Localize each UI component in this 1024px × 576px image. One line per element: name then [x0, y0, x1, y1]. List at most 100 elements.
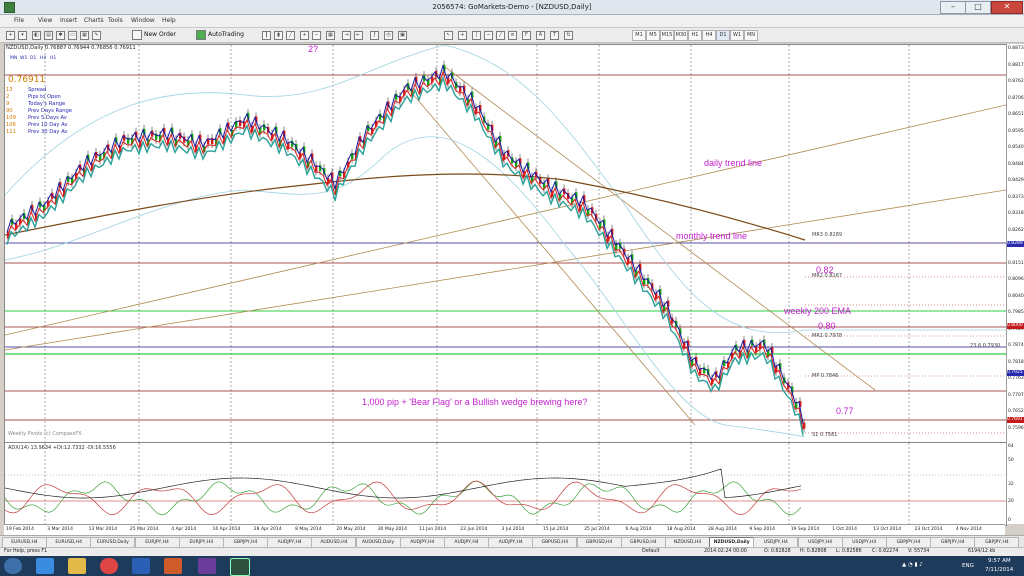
level-label-mr3: MR3 0.8289	[812, 232, 843, 238]
tray-icons[interactable]: ▲ ◔ ▮ ♪	[902, 562, 923, 568]
zoom-in-icon[interactable]: +	[300, 31, 309, 40]
new-order-label: New Order	[144, 31, 177, 38]
explorer-icon[interactable]	[68, 558, 86, 574]
period-m15[interactable]: M15	[660, 30, 674, 41]
trendline-icon[interactable]: ╱	[496, 31, 505, 40]
info-row-value: 106	[6, 122, 16, 128]
menu-insert[interactable]: Insert	[60, 17, 77, 24]
adx-indicator[interactable]: ADX(14) 13.9634 +DI:12.7332 -DI:16.5556	[4, 442, 1007, 526]
minimize-button[interactable]: –	[940, 1, 966, 14]
date-label: 4 Nov 2014	[955, 527, 982, 532]
period-m5[interactable]: M5	[646, 30, 660, 41]
status-help: For Help, press F1	[4, 549, 48, 554]
period-d1[interactable]: D1	[716, 30, 730, 41]
period-w1[interactable]: W1	[730, 30, 744, 41]
profiles-icon[interactable]: ▾	[18, 31, 27, 40]
word-icon[interactable]	[132, 558, 150, 574]
channel-top-line	[444, 66, 876, 391]
menu-help[interactable]: Help	[162, 17, 176, 24]
period-mn[interactable]: MN	[744, 30, 758, 41]
templates-icon[interactable]: ▣	[398, 31, 407, 40]
status-open: O: 0.82828	[764, 549, 791, 554]
date-label: 4 Apr 2014	[171, 527, 197, 532]
app-icon-6[interactable]	[198, 558, 216, 574]
price-label: 0.88730	[1008, 46, 1024, 51]
annotation-main-note: 1,000 pip + 'Bear Flag' or a Bullish wed…	[362, 397, 588, 407]
maximize-button[interactable]: □	[965, 1, 991, 14]
price-scale[interactable]: 0.88730 0.88175 0.87620 0.87065 0.86510 0.859…	[1006, 44, 1024, 524]
menu-charts[interactable]: Charts	[84, 17, 104, 24]
level-label-mr1: MR1 0.7978	[812, 333, 843, 339]
metatrader-icon[interactable]	[230, 558, 250, 576]
close-button[interactable]: ✕	[991, 1, 1023, 14]
cursor-icon[interactable]: ↖	[444, 31, 453, 40]
period-m30[interactable]: M30	[674, 30, 688, 41]
date-label: 1 Oct 2014	[832, 527, 857, 532]
vertical-line-icon[interactable]: │	[472, 31, 481, 40]
candlestick-icon[interactable]: ▮	[274, 31, 283, 40]
zoom-out-icon[interactable]: −	[312, 31, 321, 40]
metaeditor-icon[interactable]: ✎	[92, 31, 101, 40]
info-row-label: Prev 30 Day Av	[28, 129, 68, 135]
chart-tabs: EURUSD,H4 EURUSD,H4 EURUSD,Daily EURJPY,H4 E…	[0, 535, 1024, 548]
chrome-icon[interactable]	[100, 558, 118, 574]
new-chart-icon[interactable]: +	[6, 31, 15, 40]
period-h1[interactable]: H1	[688, 30, 702, 41]
annotation-level-077: 0.77	[836, 406, 854, 416]
bollinger-lower	[5, 136, 806, 438]
tray-lang[interactable]: ENG	[962, 563, 974, 569]
status-volume: V: 55734	[908, 549, 930, 554]
info-row-label: Today's Range	[28, 101, 66, 107]
taskbar: ▲ ◔ ▮ ♪ ENG 9:57 AM 7/11/2014	[0, 556, 1024, 576]
navigator-icon[interactable]: ✱	[56, 31, 65, 40]
new-order-icon	[132, 29, 142, 40]
tf-h4: H4	[40, 56, 47, 61]
market-watch-icon[interactable]: ◧	[32, 31, 41, 40]
info-row-label: Prev 5 Days Av	[28, 115, 67, 121]
start-icon[interactable]	[4, 558, 22, 574]
channel-icon[interactable]: ≡	[508, 31, 517, 40]
data-window-icon[interactable]: ▤	[44, 31, 53, 40]
ie-icon[interactable]	[36, 558, 54, 574]
annotation-monthly-trend: monthly trend line	[676, 231, 748, 241]
crosshair-icon[interactable]: +	[458, 31, 467, 40]
paint-icon[interactable]	[164, 558, 182, 574]
new-order-button[interactable]: New Order	[132, 29, 176, 40]
price-chart[interactable]	[4, 44, 1007, 443]
date-label: 20 May 2014	[336, 527, 366, 532]
fibonacci-icon[interactable]: F	[522, 31, 531, 40]
periods-icon[interactable]: ◷	[384, 31, 393, 40]
label-icon[interactable]: T	[550, 31, 559, 40]
menu-tools[interactable]: Tools	[108, 17, 123, 24]
autotrading-button[interactable]: AutoTrading	[196, 29, 244, 40]
adx-scale-label: 50	[1008, 458, 1014, 463]
terminal-icon[interactable]: ▭	[68, 31, 77, 40]
menu-file[interactable]: File	[14, 17, 24, 24]
price-label: 0.85955	[1008, 128, 1024, 134]
autoscroll-icon[interactable]: ⇥	[342, 31, 351, 40]
price-chart-canvas	[5, 45, 1006, 442]
period-h4[interactable]: H4	[702, 30, 716, 41]
adx-scale-label: 0	[1008, 518, 1011, 523]
status-profile: Default	[642, 549, 660, 554]
horizontal-line-icon[interactable]: ─	[484, 31, 493, 40]
info-row-value: 90	[6, 108, 13, 114]
adx-scale-label: 64	[1008, 444, 1014, 449]
bollinger-upper	[5, 45, 1006, 334]
menu-view[interactable]: View	[38, 17, 52, 24]
chart-shift-icon[interactable]: ⇤	[354, 31, 363, 40]
date-label: 19 Feb 2014	[6, 527, 35, 532]
date-label: 28 Apr 2014	[253, 527, 282, 532]
line-chart-icon[interactable]: ╱	[286, 31, 295, 40]
window-title: 2056574: GoMarkets-Demo - [NZDUSD,Daily]	[432, 3, 592, 11]
period-m1[interactable]: M1	[632, 30, 646, 41]
indicators-icon[interactable]: ƒ	[370, 31, 379, 40]
tile-windows-icon[interactable]: ▦	[326, 31, 335, 40]
menu-window[interactable]: Window	[131, 17, 155, 24]
price-label: 0.81515	[1008, 260, 1024, 266]
tester-icon[interactable]: ▦	[80, 31, 89, 40]
date-label: 3 Jul 2014	[501, 527, 525, 532]
arrows-icon[interactable]: ⇅	[564, 31, 573, 40]
bar-chart-icon[interactable]: ┃	[262, 31, 271, 40]
text-icon[interactable]: A	[536, 31, 545, 40]
